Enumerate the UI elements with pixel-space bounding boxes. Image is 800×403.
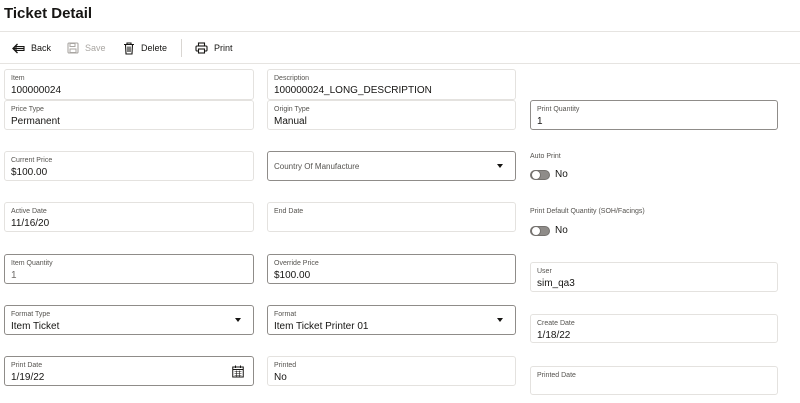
item-quantity-input[interactable]: Item Quantity 1 (4, 254, 254, 284)
back-button[interactable]: Back (12, 40, 51, 56)
active-date-label: Active Date (11, 208, 47, 215)
end-date-label: End Date (274, 208, 304, 215)
print-button[interactable]: Print (195, 40, 233, 56)
active-date-value: 11/16/20 (11, 218, 50, 229)
override-price-label: Override Price (274, 260, 319, 267)
print-quantity-input[interactable]: Print Quantity 1 (530, 100, 778, 130)
back-button-label: Back (31, 43, 52, 53)
trash-icon (124, 41, 134, 55)
printed-field: Printed No (267, 356, 516, 386)
printed-date-field: Printed Date (530, 366, 778, 395)
print-default-quantity-value: No (555, 225, 568, 236)
format-type-label: Format Type (11, 311, 51, 318)
user-label: User (537, 268, 552, 275)
item-value: 100000024 (11, 85, 62, 96)
price-type-value: Permanent (11, 116, 60, 127)
print-button-label: Print (214, 43, 233, 53)
print-date-value: 1/19/22 (11, 372, 45, 383)
header-divider (0, 31, 800, 32)
printed-date-label: Printed Date (537, 372, 576, 379)
current-price-label: Current Price (11, 157, 53, 164)
print-date-input[interactable]: Print Date 1/19/22 (4, 356, 254, 386)
item-field: Item 100000024 (4, 69, 254, 100)
origin-type-label: Origin Type (274, 106, 310, 113)
print-default-quantity-label: Print Default Quantity (SOH/Facings) (530, 208, 645, 215)
auto-print-toggle[interactable]: No (530, 169, 568, 180)
format-label: Format (274, 311, 297, 318)
delete-button-label: Delete (141, 43, 168, 53)
save-button[interactable]: Save (67, 40, 106, 56)
print-quantity-label: Print Quantity (537, 106, 580, 113)
origin-type-field: Origin Type Manual (267, 100, 516, 130)
origin-type-value: Manual (274, 116, 307, 127)
user-value: sim_qa3 (537, 278, 575, 289)
chevron-down-icon (497, 164, 503, 168)
print-quantity-value: 1 (537, 116, 543, 127)
item-quantity-value: 1 (11, 270, 17, 281)
chevron-down-icon (235, 318, 241, 322)
delete-button[interactable]: Delete (123, 40, 167, 56)
toolbar-divider (0, 63, 800, 64)
format-type-value: Item Ticket (11, 321, 60, 332)
user-field: User sim_qa3 (530, 262, 778, 292)
current-price-value: $100.00 (11, 167, 48, 178)
toolbar-separator (181, 39, 182, 57)
print-date-label: Print Date (11, 362, 43, 369)
printed-label: Printed (274, 362, 297, 369)
country-of-manufacture-placeholder: Country Of Manufacture (274, 162, 360, 171)
back-arrow-icon (12, 43, 25, 53)
chevron-down-icon (497, 318, 503, 322)
override-price-value: $100.00 (274, 270, 311, 281)
format-select[interactable]: Format Item Ticket Printer 01 (267, 305, 516, 335)
printed-value: No (274, 372, 287, 383)
create-date-field: Create Date 1/18/22 (530, 314, 778, 343)
print-default-quantity-toggle[interactable]: No (530, 225, 568, 236)
print-default-quantity-switch[interactable] (530, 225, 550, 236)
create-date-label: Create Date (537, 320, 575, 327)
end-date-field: End Date (267, 202, 516, 232)
override-price-input[interactable]: Override Price $100.00 (267, 254, 516, 284)
save-icon (67, 42, 79, 54)
active-date-field: Active Date 11/16/20 (4, 202, 254, 232)
auto-print-switch[interactable] (530, 169, 550, 180)
format-type-select[interactable]: Format Type Item Ticket (4, 305, 254, 335)
item-quantity-label: Item Quantity (11, 260, 53, 267)
create-date-value: 1/18/22 (537, 330, 571, 341)
current-price-field: Current Price $100.00 (4, 151, 254, 181)
price-type-field: Price Type Permanent (4, 100, 254, 130)
format-value: Item Ticket Printer 01 (274, 321, 369, 332)
description-field: Description 100000024_LONG_DESCRIPTION (267, 69, 516, 100)
description-value: 100000024_LONG_DESCRIPTION (274, 85, 432, 96)
country-of-manufacture-select[interactable]: Country Of Manufacture (267, 151, 516, 181)
description-label: Description (274, 75, 310, 82)
calendar-icon[interactable] (232, 365, 244, 378)
item-label: Item (11, 75, 25, 82)
auto-print-value: No (555, 169, 568, 180)
page-title: Ticket Detail (4, 5, 93, 22)
printer-icon (195, 42, 208, 54)
save-button-label: Save (85, 43, 106, 53)
auto-print-label: Auto Print (530, 153, 561, 160)
price-type-label: Price Type (11, 106, 44, 113)
